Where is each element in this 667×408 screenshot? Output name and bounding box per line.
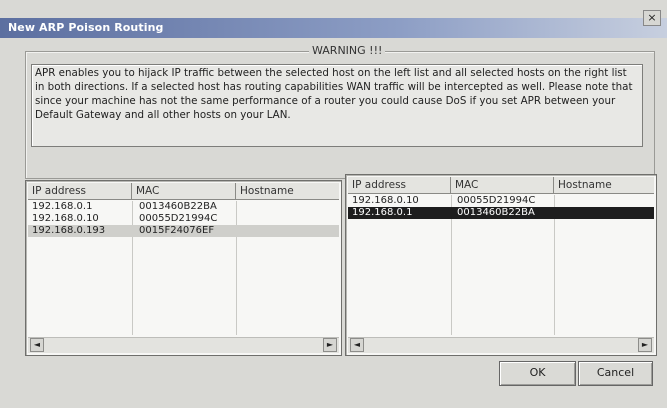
title-bar: New ARP Poison Routing × — [0, 10, 667, 38]
warning-text: APR enables you to hijack IP traffic bet… — [31, 64, 643, 147]
left-list-header: IP address MAC Hostname — [28, 183, 339, 200]
table-row[interactable]: 192.168.0.10 00055D21994C — [348, 195, 654, 207]
column-header-ip[interactable]: IP address — [28, 183, 132, 199]
left-list-hscrollbar[interactable]: ◄ ► — [28, 337, 339, 353]
scroll-left-icon[interactable]: ◄ — [350, 338, 364, 352]
cell-ip: 192.168.0.10 — [352, 195, 419, 206]
column-header-hostname[interactable]: Hostname — [554, 177, 654, 193]
cell-ip: 192.168.0.1 — [32, 201, 93, 212]
warning-group: WARNING !!! APR enables you to hijack IP… — [25, 44, 655, 179]
warning-legend: WARNING !!! — [309, 44, 386, 57]
arp-poison-routing-dialog: New ARP Poison Routing × WARNING !!! APR… — [0, 0, 667, 408]
cell-mac: 00055D21994C — [457, 195, 536, 206]
table-row[interactable]: 192.168.0.10 00055D21994C — [28, 213, 339, 225]
right-list-hscrollbar[interactable]: ◄ ► — [348, 337, 654, 353]
scroll-left-icon[interactable]: ◄ — [30, 338, 44, 352]
ok-button[interactable]: OK — [499, 361, 576, 386]
column-header-hostname[interactable]: Hostname — [236, 183, 339, 199]
close-icon[interactable]: × — [643, 10, 661, 26]
cell-mac: 0013460B22BA — [457, 207, 535, 218]
right-list-rows: 192.168.0.10 00055D21994C 192.168.0.1 00… — [348, 195, 654, 335]
table-row[interactable]: 192.168.0.1 0013460B22BA — [28, 201, 339, 213]
right-host-list[interactable]: IP address MAC Hostname 192.168.0.10 000… — [345, 174, 657, 356]
column-header-ip[interactable]: IP address — [348, 177, 451, 193]
right-list-header: IP address MAC Hostname — [348, 177, 654, 194]
cell-ip: 192.168.0.10 — [32, 213, 99, 224]
left-host-list[interactable]: IP address MAC Hostname 192.168.0.1 0013… — [25, 180, 342, 356]
column-header-mac[interactable]: MAC — [132, 183, 236, 199]
cell-mac: 0013460B22BA — [139, 201, 217, 212]
cell-ip: 192.168.0.1 — [352, 207, 413, 218]
left-list-rows: 192.168.0.1 0013460B22BA 192.168.0.10 00… — [28, 201, 339, 335]
scroll-right-icon[interactable]: ► — [323, 338, 337, 352]
cell-ip: 192.168.0.193 — [32, 225, 106, 236]
column-header-mac[interactable]: MAC — [451, 177, 554, 193]
table-row[interactable]: 192.168.0.193 0015F24076EF — [28, 225, 339, 237]
scroll-right-icon[interactable]: ► — [638, 338, 652, 352]
table-row-selected[interactable]: 192.168.0.1 0013460B22BA — [348, 207, 654, 219]
cell-mac: 0015F24076EF — [139, 225, 215, 236]
dialog-title: New ARP Poison Routing — [8, 21, 164, 34]
cancel-button[interactable]: Cancel — [578, 361, 653, 386]
cell-mac: 00055D21994C — [139, 213, 218, 224]
